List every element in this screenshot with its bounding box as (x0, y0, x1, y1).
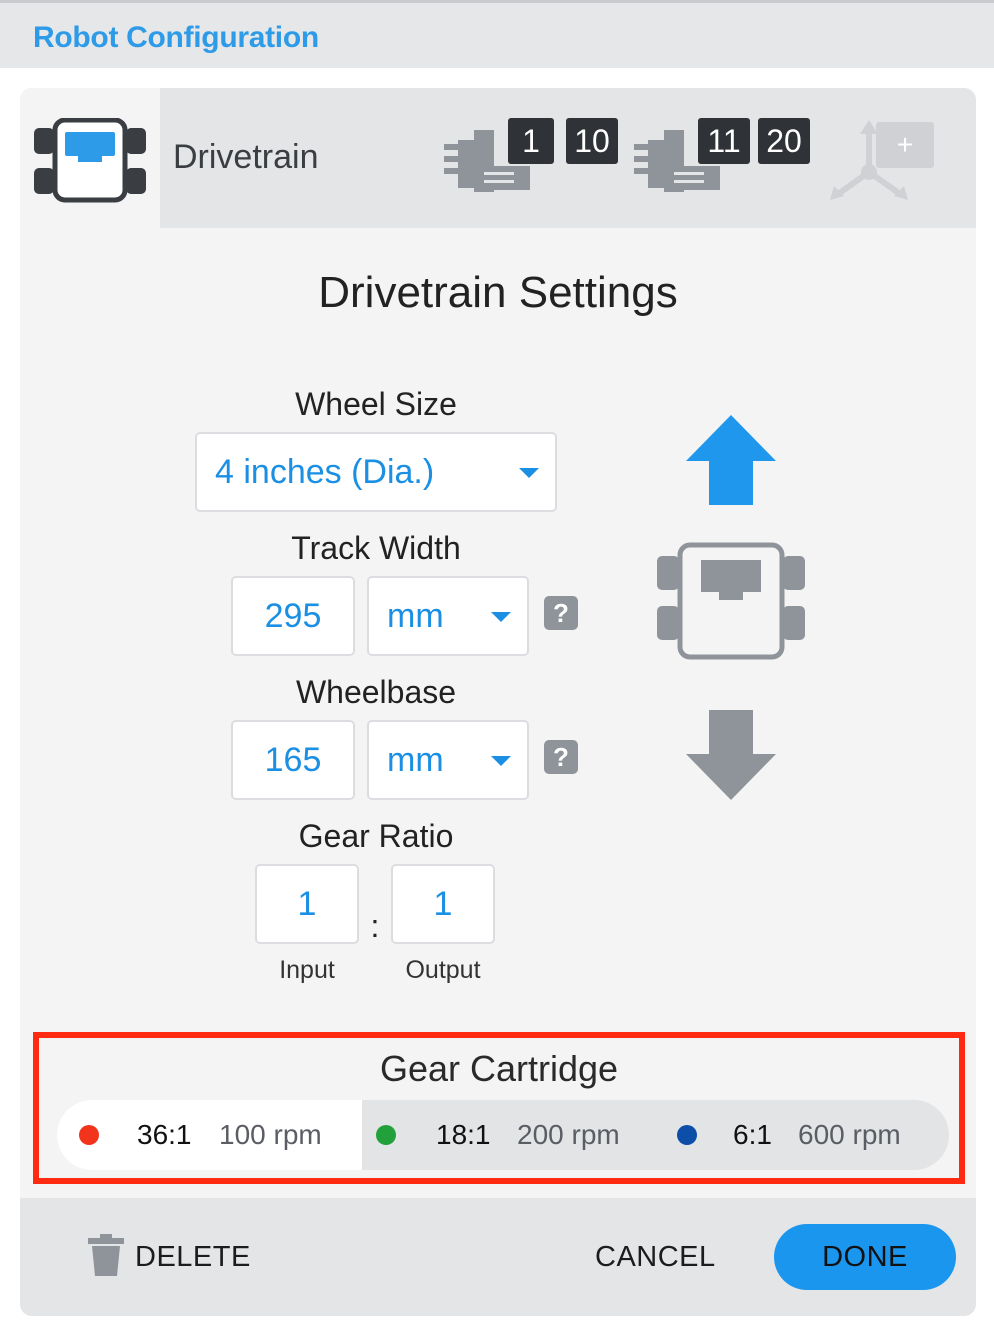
gear-ratio-output-field[interactable]: 1 (391, 864, 495, 944)
gear-cartridge-section: Gear Cartridge 36:1 100 rpm 18:1 200 rpm… (33, 1032, 965, 1184)
delete-label: DELETE (135, 1241, 251, 1273)
done-button[interactable]: DONE (774, 1224, 956, 1290)
add-port-badge: + (876, 122, 934, 168)
gear-ratio-output-label: Output (405, 956, 481, 984)
right-motor-group[interactable]: 11 20 (630, 110, 820, 210)
device-header: Drivetrain 1 10 11 20 + (20, 88, 976, 228)
chevron-down-icon (519, 468, 539, 478)
red-dot-icon (79, 1125, 99, 1145)
reverse-arrow-icon (686, 710, 776, 800)
drivetrain-icon (34, 118, 146, 203)
left-motor-group[interactable]: 1 10 (440, 110, 620, 210)
track-width-value: 295 (264, 596, 322, 635)
wheelbase-value: 165 (264, 740, 322, 779)
wheel-size-value: 4 inches (Dia.) (215, 452, 435, 491)
wheel-size-label: Wheel Size (295, 386, 457, 422)
chevron-down-icon (491, 756, 511, 766)
gear-ratio-input-value: 1 (297, 884, 317, 923)
track-width-unit: mm (387, 596, 444, 635)
cartridge-option-6-1[interactable]: 6:1 600 rpm (659, 1100, 949, 1170)
cartridge-ratio: 18:1 (436, 1119, 491, 1150)
wheelbase-label: Wheelbase (295, 674, 457, 710)
cartridge-ratio: 6:1 (733, 1119, 772, 1150)
blue-dot-icon (677, 1125, 697, 1145)
settings-heading: Drivetrain Settings (318, 268, 678, 317)
track-width-input[interactable]: 295 (231, 576, 355, 656)
port-badge: 11 (698, 118, 750, 164)
gear-cartridge-selector: 36:1 100 rpm 18:1 200 rpm 6:1 600 rpm (57, 1100, 949, 1170)
cartridge-option-36-1[interactable]: 36:1 100 rpm (57, 1100, 362, 1170)
gear-ratio-separator: : (370, 908, 380, 944)
port-badge: 20 (758, 118, 810, 164)
green-dot-icon (376, 1125, 396, 1145)
cartridge-ratio: 36:1 (137, 1119, 192, 1150)
dialog-footer: DELETE CANCEL DONE (20, 1198, 976, 1316)
robot-top-view-icon (657, 542, 805, 660)
drivetrain-device-tab[interactable] (20, 88, 160, 228)
gear-ratio-input-label: Input (279, 956, 335, 984)
port-badge: 10 (566, 118, 618, 164)
track-width-help-icon[interactable]: ? (544, 596, 578, 630)
app-title: Robot Configuration (33, 21, 319, 54)
cartridge-rpm: 600 rpm (798, 1119, 901, 1150)
wheelbase-input[interactable]: 165 (231, 720, 355, 800)
track-width-label: Track Width (291, 530, 461, 566)
chevron-down-icon (491, 612, 511, 622)
gear-ratio-output-value: 1 (433, 884, 453, 923)
trash-icon (88, 1234, 124, 1276)
gear-cartridge-heading: Gear Cartridge (379, 1048, 619, 1089)
device-name: Drivetrain (173, 138, 319, 176)
gear-ratio-label: Gear Ratio (298, 818, 454, 854)
wheelbase-help-icon[interactable]: ? (544, 740, 578, 774)
track-width-unit-select[interactable]: mm (367, 576, 529, 656)
gear-ratio-input-field[interactable]: 1 (255, 864, 359, 944)
wheelbase-unit-select[interactable]: mm (367, 720, 529, 800)
cartridge-option-18-1[interactable]: 18:1 200 rpm (362, 1100, 659, 1170)
delete-button[interactable]: DELETE (86, 1226, 266, 1286)
cartridge-rpm: 100 rpm (219, 1119, 322, 1150)
port-badge: 1 (508, 118, 554, 164)
wheelbase-unit: mm (387, 740, 444, 779)
cartridge-rpm: 200 rpm (517, 1119, 620, 1150)
forward-arrow-icon (686, 415, 776, 505)
cancel-button[interactable]: CANCEL (595, 1241, 716, 1274)
wheel-size-select[interactable]: 4 inches (Dia.) (195, 432, 557, 512)
add-gyro-button[interactable]: + (828, 116, 938, 202)
title-bar: Robot Configuration (0, 0, 994, 68)
